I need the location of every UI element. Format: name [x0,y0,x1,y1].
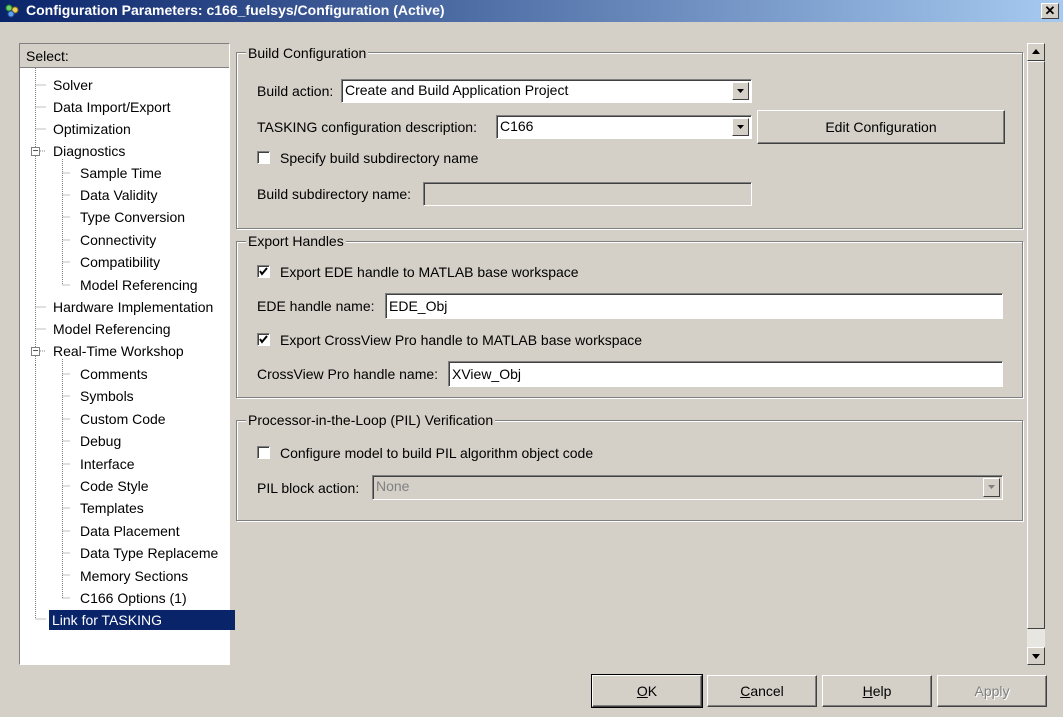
tree-item-real-time-workshop[interactable]: Real-Time Workshop [53,341,184,361]
tree-item-custom-code[interactable]: Custom Code [80,409,166,429]
build-action-value: Create and Build Application Project [345,82,569,98]
simulink-app-icon [5,4,19,18]
tasking-config-value: C166 [500,118,534,134]
tree-header: Select: [20,44,229,68]
ok-mnemonic: O [636,683,648,699]
title-bar[interactable]: Configuration Parameters: c166_fuelsys/C… [0,0,1063,22]
tree-item-data-validity[interactable]: Data Validity [80,185,158,205]
export-ede-checkbox[interactable] [257,265,270,278]
help-button[interactable]: Help [822,675,932,707]
pil-verification-group [236,420,1023,521]
tree-item-solver[interactable]: Solver [53,75,93,95]
close-icon: ✕ [1044,3,1056,18]
apply-label: Apply [974,683,1010,699]
collapse-icon: − [32,146,39,157]
checkmark-icon [259,335,268,344]
build-action-select[interactable]: Create and Build Application Project [341,79,752,103]
dropdown-button[interactable] [732,82,749,100]
help-label: elp [872,683,892,699]
ok-label: K [647,683,658,699]
xview-handle-name-label: CrossView Pro handle name: [257,366,439,382]
chevron-down-icon [737,89,744,93]
cancel-label: ancel [750,683,784,699]
tree-item-symbols[interactable]: Symbols [80,386,134,406]
chevron-down-icon [737,125,744,129]
tree-item-memory-sections[interactable]: Memory Sections [80,566,188,586]
scroll-down-button[interactable] [1027,647,1045,665]
tree-item-debug[interactable]: Debug [80,431,121,451]
export-handles-legend: Export Handles [246,233,346,249]
ede-handle-name-label: EDE handle name: [257,298,375,314]
specify-subdir-label: Specify build subdirectory name [280,150,479,166]
pil-block-action-value: None [376,478,410,494]
diagnostics-collapse-toggle[interactable]: − [31,146,40,157]
tree-item-optimization[interactable]: Optimization [53,119,131,139]
tree-item-templates[interactable]: Templates [80,498,144,518]
configure-pil-checkbox[interactable] [257,446,270,459]
tree-item-data-type-replacement[interactable]: Data Type Replaceme [80,543,218,563]
pil-block-action-select[interactable]: None [372,475,1003,500]
specify-subdir-checkbox[interactable] [257,151,270,164]
window-title: Configuration Parameters: c166_fuelsys/C… [26,2,445,18]
chevron-down-icon [988,485,995,489]
tasking-config-label: TASKING configuration description: [257,119,477,135]
configure-pil-label: Configure model to build PIL algorithm o… [280,445,594,461]
tree-item-data-placement[interactable]: Data Placement [80,521,180,541]
build-subdir-input[interactable] [423,182,752,206]
ok-button[interactable]: OK [591,674,703,708]
tree-item-hardware-implementation[interactable]: Hardware Implementation [53,297,213,317]
checkmark-icon [259,267,268,276]
tree-item-model-referencing[interactable]: Model Referencing [53,319,171,339]
dropdown-button[interactable] [983,478,1000,497]
build-action-label: Build action: [257,83,334,99]
tasking-config-select[interactable]: C166 [496,115,752,139]
dropdown-button[interactable] [732,118,749,136]
edit-configuration-button[interactable]: Edit Configuration [757,110,1005,144]
build-subdir-label: Build subdirectory name: [257,186,412,202]
ede-handle-name-input[interactable]: EDE_Obj [385,293,1003,319]
scroll-up-button[interactable] [1027,43,1045,61]
tree-item-comments[interactable]: Comments [80,364,148,384]
xview-handle-name-input[interactable]: XView_Obj [448,361,1003,387]
export-xview-checkbox[interactable] [257,333,270,346]
tree-item-compatibility[interactable]: Compatibility [80,252,160,272]
tree-item-c166-options[interactable]: C166 Options (1) [80,588,187,608]
tree-item-diag-model-referencing[interactable]: Model Referencing [80,275,198,295]
tree-item-interface[interactable]: Interface [80,454,134,474]
help-mnemonic: H [862,683,873,699]
close-button[interactable]: ✕ [1041,3,1059,19]
collapse-icon: − [32,346,39,357]
tree-item-connectivity[interactable]: Connectivity [80,230,156,250]
tree-item-data-import-export[interactable]: Data Import/Export [53,97,171,117]
export-xview-label: Export CrossView Pro handle to MATLAB ba… [280,332,643,348]
tree-item-sample-time[interactable]: Sample Time [80,163,162,183]
build-configuration-legend: Build Configuration [246,45,369,61]
cancel-button[interactable]: Cancel [707,675,817,707]
cancel-mnemonic: C [740,683,751,699]
tree-item-type-conversion[interactable]: Type Conversion [80,207,185,227]
tree-item-link-for-tasking[interactable]: Link for TASKING [49,610,235,630]
tree-item-diagnostics[interactable]: Diagnostics [53,141,125,161]
arrow-down-icon [1032,654,1040,659]
arrow-up-icon [1032,49,1040,54]
pil-verification-legend: Processor-in-the-Loop (PIL) Verification [246,412,496,428]
vertical-scrollbar[interactable] [1027,43,1045,665]
apply-button[interactable]: Apply [937,675,1047,707]
pil-block-action-label: PIL block action: [257,480,360,496]
tree-item-code-style[interactable]: Code Style [80,476,148,496]
export-ede-label: Export EDE handle to MATLAB base workspa… [280,264,579,280]
rtw-collapse-toggle[interactable]: − [31,346,40,357]
scroll-thumb[interactable] [1027,61,1045,629]
